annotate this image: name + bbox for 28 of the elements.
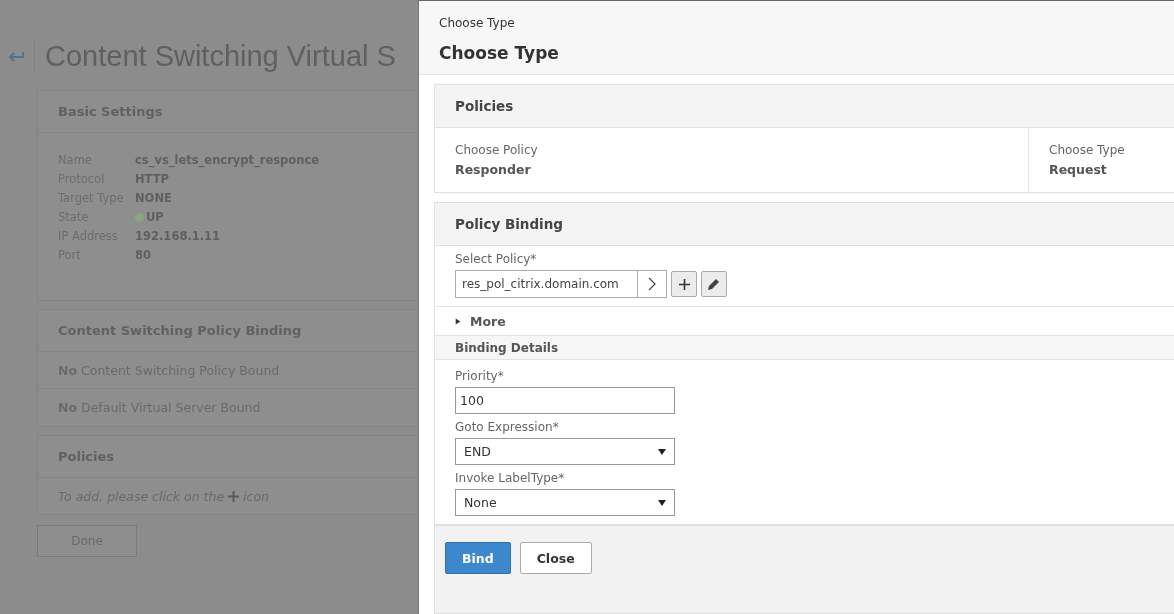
field-label: Choose Type (1049, 142, 1126, 159)
priority-input[interactable]: 100 (455, 387, 675, 414)
plus-icon (678, 278, 690, 290)
field-label: Priority* (455, 368, 505, 385)
edit-button[interactable] (701, 271, 727, 297)
caret-down-icon (658, 499, 666, 506)
caret-icon (455, 316, 461, 326)
field-value: Responder (455, 162, 532, 177)
field-label: Invoke LabelType* (455, 470, 566, 487)
field-value: Request (1049, 162, 1108, 177)
breadcrumb: Choose Type (439, 16, 516, 30)
subsection-heading: Binding Details (435, 336, 1174, 360)
field-label: Select Policy* (455, 251, 538, 268)
plus-icon (228, 490, 240, 502)
field-label: Goto Expression* (455, 419, 560, 436)
panel-title: Choose Type (439, 43, 560, 63)
dropdown[interactable]: None (455, 489, 675, 516)
field-label: Choose Policy (455, 142, 539, 159)
caret-down-icon (658, 448, 666, 455)
dropdown[interactable]: END (455, 438, 675, 465)
policy-select-field[interactable]: res_pol_citrix.domain.com (455, 270, 667, 298)
section-heading: Policy Binding (435, 203, 1174, 246)
chevron-right-icon (648, 277, 656, 291)
close-button[interactable]: Close (519, 542, 592, 574)
section-heading: Policies (435, 85, 1174, 128)
pencil-icon (707, 277, 721, 291)
add-button[interactable] (671, 271, 697, 297)
bind-button[interactable]: Bind (445, 542, 511, 574)
